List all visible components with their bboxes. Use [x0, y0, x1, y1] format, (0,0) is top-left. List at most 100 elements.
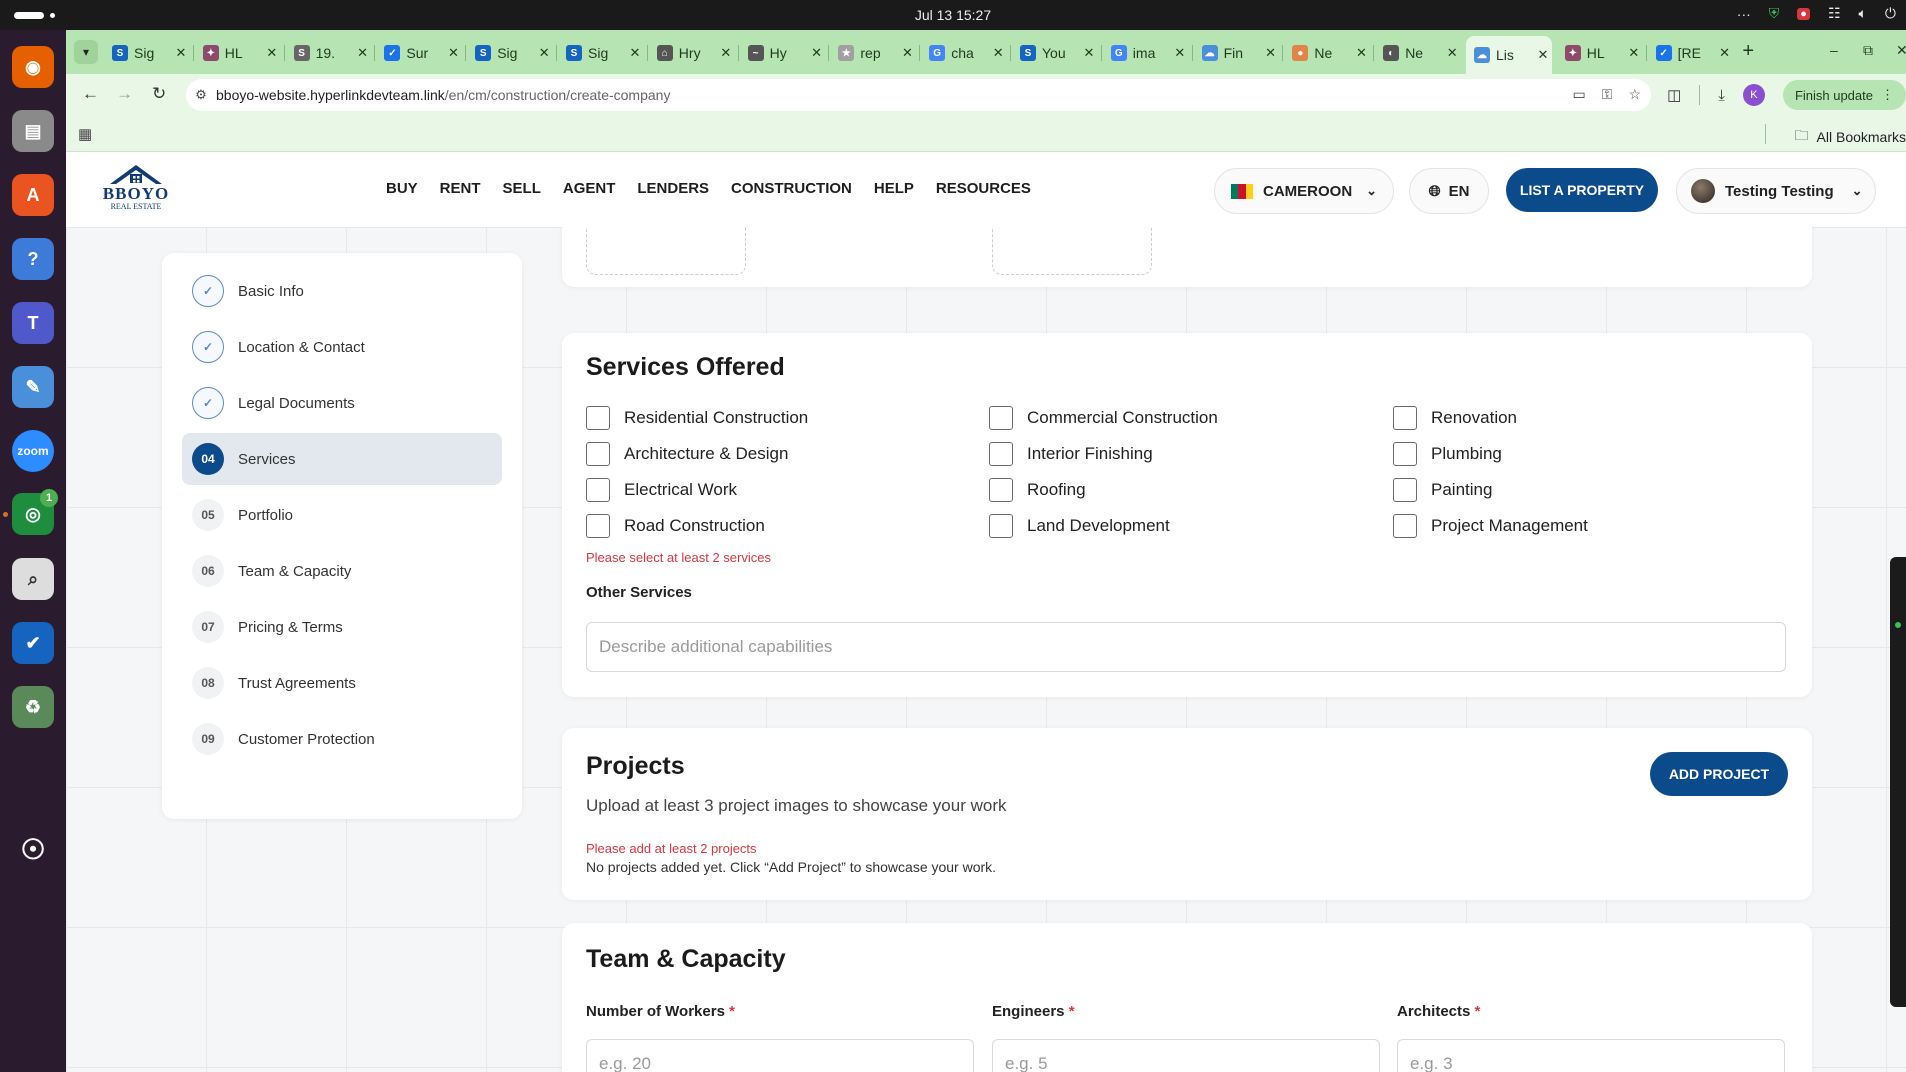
volume-icon[interactable]: 🔈︎: [1859, 5, 1867, 22]
profile-avatar[interactable]: K: [1742, 84, 1765, 106]
nav-link-sell[interactable]: SELL: [503, 180, 541, 197]
nav-link-lenders[interactable]: LENDERS: [637, 180, 709, 197]
browser-tab[interactable]: ☁ Fin ✕: [1194, 38, 1280, 68]
step-portfolio[interactable]: 05 Portfolio: [182, 489, 502, 541]
chrome-icon[interactable]: ◎ 1: [12, 489, 58, 535]
step-location-contact[interactable]: ✓ Location & Contact: [182, 321, 502, 373]
text-editor-icon[interactable]: ✎: [12, 366, 54, 408]
service-option[interactable]: Residential Construction: [586, 406, 808, 430]
browser-tab[interactable]: Gcha ✕: [921, 38, 1007, 68]
browser-tab[interactable]: ⌂ Hry ✕: [649, 38, 735, 68]
system-tray[interactable]: ··· ⛨ ● ☷ 🔈︎ ⏻: [1737, 5, 1896, 22]
service-option[interactable]: Land Development: [989, 514, 1170, 538]
service-option[interactable]: Project Management: [1393, 514, 1588, 538]
close-tab-icon[interactable]: ✕: [1080, 45, 1098, 61]
kebab-menu-icon[interactable]: ⋮: [1881, 87, 1894, 103]
service-option[interactable]: Plumbing: [1393, 442, 1502, 466]
apps-grid-icon[interactable]: ▦: [78, 125, 92, 143]
browser-tab[interactable]: S You ✕: [1012, 38, 1098, 68]
service-checkbox[interactable]: [586, 442, 610, 466]
team-field-input[interactable]: [1397, 1039, 1785, 1072]
close-tab-icon[interactable]: ✕: [444, 45, 462, 61]
network-icon[interactable]: ☷: [1828, 5, 1841, 22]
service-option[interactable]: Commercial Construction: [989, 406, 1218, 430]
service-checkbox[interactable]: [586, 514, 610, 538]
close-tab-icon[interactable]: ✕: [898, 45, 916, 61]
step-basic-info[interactable]: ✓ Basic Info: [182, 265, 502, 317]
service-checkbox[interactable]: [989, 406, 1013, 430]
extensions-icon[interactable]: ◫: [1667, 86, 1681, 104]
firefox-icon[interactable]: ◉: [12, 46, 54, 88]
browser-tab[interactable]: S 19. ✕: [286, 38, 372, 68]
browser-tab[interactable]: ☁ Lis ✕: [1466, 36, 1552, 74]
service-checkbox[interactable]: [1393, 442, 1417, 466]
nav-link-rent[interactable]: RENT: [440, 180, 481, 197]
search-icon[interactable]: ⌕: [12, 558, 54, 600]
step-customer-protection[interactable]: 09 Customer Protection: [182, 713, 502, 765]
team-field-input[interactable]: [992, 1039, 1380, 1072]
download-icon[interactable]: ⤓: [1718, 87, 1725, 104]
close-tab-icon[interactable]: ✕: [1171, 45, 1189, 61]
browser-tab[interactable]: ◐ Ne ✕: [1375, 38, 1461, 68]
power-icon[interactable]: ⏻: [1885, 5, 1896, 22]
step-legal-documents[interactable]: ✓ Legal Documents: [182, 377, 502, 429]
browser-tab[interactable]: Gima ✕: [1103, 38, 1189, 68]
zoom-icon[interactable]: zoom: [12, 430, 54, 472]
site-info-icon[interactable]: ⚙: [186, 87, 216, 103]
browser-tab[interactable]: ~ Hy ✕: [740, 38, 826, 68]
step-team-capacity[interactable]: 06 Team & Capacity: [182, 545, 502, 597]
service-option[interactable]: Roofing: [989, 478, 1086, 502]
upload-dropzone[interactable]: [992, 227, 1152, 275]
nav-link-resources[interactable]: RESOURCES: [936, 180, 1031, 197]
browser-tab[interactable]: ★ rep ✕: [830, 38, 916, 68]
other-services-input[interactable]: [586, 622, 1786, 672]
files-icon[interactable]: ▤: [12, 110, 54, 152]
close-tab-icon[interactable]: ✕: [989, 45, 1007, 61]
record-icon[interactable]: ●: [1797, 7, 1810, 20]
back-arrow-icon[interactable]: ←: [82, 84, 99, 104]
browser-tab[interactable]: ✦ HL ✕: [1557, 38, 1643, 68]
shield-icon[interactable]: ⛨: [1769, 5, 1780, 22]
browser-tab[interactable]: S Sig ✕: [467, 38, 553, 68]
browser-tab[interactable]: S Sig ✕: [558, 38, 644, 68]
language-selector[interactable]: 🌐︎ EN: [1409, 168, 1489, 214]
close-tab-icon[interactable]: ✕: [354, 45, 372, 61]
service-checkbox[interactable]: [989, 478, 1013, 502]
browser-tab[interactable]: ✓ Sur ✕: [376, 38, 462, 68]
browser-tab[interactable]: ✓ [RE ✕: [1648, 38, 1734, 68]
os-clock[interactable]: Jul 13 15:27: [0, 7, 1906, 23]
close-tab-icon[interactable]: ✕: [717, 45, 735, 61]
close-tab-icon[interactable]: ✕: [1625, 45, 1643, 61]
reload-icon[interactable]: ↻: [152, 84, 166, 104]
password-key-icon[interactable]: ⚿: [1602, 86, 1613, 103]
step-pricing-terms[interactable]: 07 Pricing & Terms: [182, 601, 502, 653]
user-menu[interactable]: Testing Testing ⌄: [1676, 168, 1876, 214]
close-tab-icon[interactable]: ✕: [1716, 45, 1734, 61]
service-checkbox[interactable]: [586, 478, 610, 502]
tray-menu-icon[interactable]: ···: [1737, 6, 1751, 22]
browser-tab[interactable]: ✦ HL ✕: [195, 38, 281, 68]
service-checkbox[interactable]: [1393, 514, 1417, 538]
close-tab-icon[interactable]: ✕: [1443, 45, 1461, 61]
forward-arrow-icon[interactable]: →: [116, 84, 133, 104]
team-field-input[interactable]: [586, 1039, 974, 1072]
cast-icon[interactable]: ▭: [1573, 86, 1586, 103]
upload-dropzone[interactable]: [586, 227, 746, 275]
service-checkbox[interactable]: [1393, 406, 1417, 430]
teams-icon[interactable]: T: [12, 302, 54, 344]
close-tab-icon[interactable]: ✕: [263, 45, 281, 61]
new-tab-icon[interactable]: +: [1742, 40, 1754, 63]
bboyo-logo[interactable]: BBOYO REAL ESTATE: [96, 162, 176, 218]
nav-link-construction[interactable]: CONSTRUCTION: [731, 180, 852, 197]
step-trust-agreements[interactable]: 08 Trust Agreements: [182, 657, 502, 709]
service-option[interactable]: Painting: [1393, 478, 1492, 502]
address-bar[interactable]: ⚙ bboyo-website.hyperlinkdevteam.link/en…: [186, 79, 1651, 111]
browser-tab[interactable]: S Sig ✕: [104, 38, 190, 68]
close-tab-icon[interactable]: ✕: [626, 45, 644, 61]
service-checkbox[interactable]: [989, 442, 1013, 466]
app-center-icon[interactable]: A: [12, 174, 54, 216]
service-option[interactable]: Renovation: [1393, 406, 1517, 430]
browser-tab[interactable]: ● Ne ✕: [1284, 38, 1370, 68]
ubuntu-icon[interactable]: ☉: [12, 828, 54, 870]
trash-icon[interactable]: ♻: [12, 686, 54, 728]
